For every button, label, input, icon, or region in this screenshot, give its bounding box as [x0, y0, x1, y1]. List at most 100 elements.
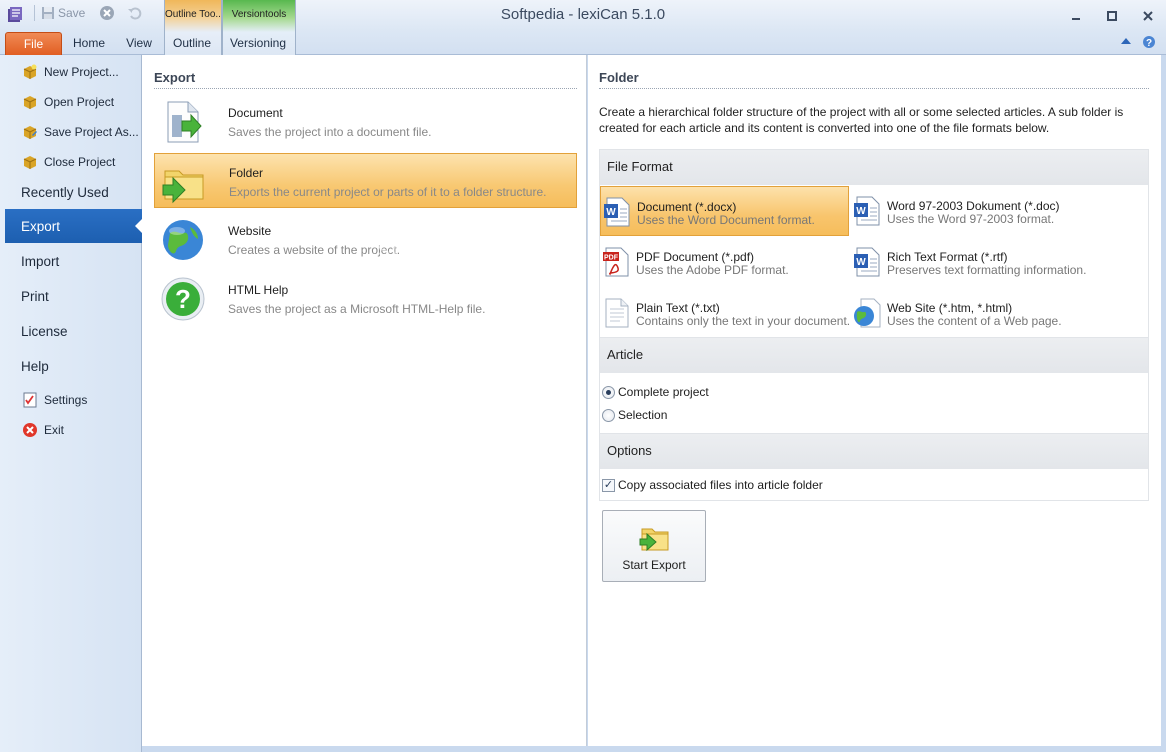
format-pdf[interactable]: PDF PDF Document (*.pdf) Uses the Adobe … [600, 237, 849, 287]
export-item-website[interactable]: Website Creates a website of the project… [154, 212, 577, 267]
svg-text:?: ? [175, 284, 191, 314]
menu-settings-label: Settings [44, 393, 88, 407]
tab-home[interactable]: Home [68, 32, 110, 55]
format-docx-name: Document (*.docx) [637, 200, 737, 214]
export-item-document-name: Document [228, 106, 283, 120]
format-txt[interactable]: Plain Text (*.txt) Contains only the tex… [600, 288, 851, 338]
help-icon[interactable]: ? [1142, 35, 1156, 49]
new-project-icon [23, 64, 37, 79]
article-complete-project-option[interactable]: Complete project [602, 385, 709, 399]
format-html-name: Web Site (*.htm, *.html) [887, 301, 1013, 315]
export-title-divider [154, 88, 577, 89]
menu-import[interactable]: Import [5, 244, 142, 278]
menu-open-project-label: Open Project [44, 95, 115, 109]
minimize-icon[interactable] [1068, 8, 1084, 24]
export-item-html-help-name: HTML Help [228, 283, 289, 297]
menu-exit[interactable]: Exit [5, 415, 142, 445]
window-controls [1068, 8, 1156, 24]
export-item-html-help[interactable]: ? HTML Help Saves the project as a Micro… [154, 271, 577, 326]
menu-new-project[interactable]: New Project... [5, 57, 142, 87]
format-rtf-desc: Preserves text formatting information. [887, 263, 1087, 277]
copy-files-option[interactable]: ✓ Copy associated files into article fol… [602, 478, 823, 492]
collapse-ribbon-icon[interactable] [1120, 35, 1132, 47]
open-project-icon [23, 96, 37, 109]
export-item-document-desc: Saves the project into a document file. [228, 125, 432, 139]
menu-settings[interactable]: Settings [5, 385, 142, 415]
window-title: Softpedia - lexiCan 5.1.0 [500, 6, 666, 23]
copy-files-label: Copy associated files into article folde… [618, 478, 823, 492]
menu-save-project-as-label: Save Project As... [44, 125, 139, 139]
menu-print[interactable]: Print [5, 279, 142, 313]
plain-text-icon [605, 298, 629, 328]
folder-export-icon [162, 170, 204, 204]
folder-description: Create a hierarchical folder structure o… [599, 105, 1124, 135]
options-header: Options [600, 434, 1148, 469]
export-item-document[interactable]: Document Saves the project into a docume… [154, 94, 577, 149]
selection-radio[interactable] [602, 408, 615, 422]
export-item-website-desc: Creates a website of the project. [228, 243, 401, 257]
article-group: Article Complete project Selection [599, 338, 1149, 434]
format-html-desc: Uses the content of a Web page. [887, 314, 1062, 328]
folder-panel-title: Folder [599, 70, 639, 85]
article-header: Article [600, 338, 1148, 373]
menu-close-project[interactable]: Close Project [5, 147, 142, 177]
complete-project-radio[interactable] [602, 385, 615, 399]
format-pdf-desc: Uses the Adobe PDF format. [636, 263, 789, 277]
menu-save-project-as[interactable]: Save Project As... [5, 117, 142, 147]
menu-help[interactable]: Help [5, 349, 142, 383]
format-pdf-name: PDF Document (*.pdf) [636, 250, 755, 264]
format-doc-name: Word 97-2003 Dokument (*.doc) [887, 199, 1060, 213]
format-txt-desc: Contains only the text in your document. [636, 314, 851, 328]
menu-recently-used[interactable]: Recently Used [5, 175, 142, 209]
title-bar: Save Outline Too... Versiontools Softped… [0, 0, 1166, 55]
export-item-folder-name: Folder [229, 166, 264, 180]
rich-text-icon: W [854, 247, 880, 277]
copy-files-checkbox[interactable]: ✓ [602, 478, 615, 492]
tab-file[interactable]: File [5, 32, 62, 55]
word-97-icon: W [854, 196, 880, 226]
menu-license[interactable]: License [5, 314, 142, 348]
exit-icon [23, 423, 37, 437]
options-group: Options ✓ Copy associated files into art… [599, 434, 1149, 501]
watermark: SOFTPEDIA [378, 241, 494, 260]
start-export-label: Start Export [622, 558, 686, 572]
format-docx-desc: Uses the Word Document format. [637, 213, 815, 227]
svg-text:W: W [856, 257, 866, 268]
settings-icon [23, 392, 37, 408]
format-html[interactable]: Web Site (*.htm, *.html) Uses the conten… [851, 288, 1100, 338]
export-item-folder[interactable]: Folder Exports the current project or pa… [154, 153, 577, 208]
menu-export[interactable]: Export [5, 209, 143, 243]
tab-view[interactable]: View [120, 32, 158, 55]
menu-close-project-label: Close Project [44, 155, 116, 169]
menu-open-project[interactable]: Open Project [5, 87, 142, 117]
export-item-website-name: Website [228, 224, 272, 238]
file-format-header: File Format [600, 150, 1148, 185]
format-doc[interactable]: W Word 97-2003 Dokument (*.doc) Uses the… [851, 186, 1100, 236]
close-icon[interactable] [1140, 8, 1156, 24]
tab-versioning[interactable]: Versioning [224, 32, 292, 55]
document-export-icon [167, 101, 202, 143]
format-docx[interactable]: W Document (*.docx) Uses the Word Docume… [600, 186, 849, 236]
word-document-icon: W [604, 197, 630, 227]
folder-export-icon [639, 528, 669, 552]
complete-project-label: Complete project [618, 385, 709, 399]
tab-outline[interactable]: Outline [166, 32, 218, 55]
restore-icon[interactable] [1104, 8, 1120, 24]
globe-icon [163, 220, 203, 260]
format-rtf-name: Rich Text Format (*.rtf) [887, 250, 1008, 264]
export-item-folder-desc: Exports the current project or parts of … [229, 185, 547, 199]
menu-new-project-label: New Project... [44, 65, 119, 79]
menu-exit-label: Exit [44, 423, 65, 437]
web-site-icon [854, 298, 881, 328]
export-panel-title: Export [154, 70, 196, 85]
svg-text:W: W [606, 207, 616, 218]
close-project-icon [23, 156, 37, 169]
start-export-button[interactable]: Start Export [602, 510, 706, 582]
svg-text:PDF: PDF [604, 255, 619, 262]
selection-label: Selection [618, 408, 668, 422]
question-mark-icon: ? [161, 277, 205, 321]
format-rtf[interactable]: W Rich Text Format (*.rtf) Preserves tex… [851, 237, 1100, 287]
save-project-as-icon [23, 126, 37, 139]
article-selection-option[interactable]: Selection [602, 408, 667, 422]
export-item-html-help-desc: Saves the project as a Microsoft HTML-He… [228, 302, 486, 316]
